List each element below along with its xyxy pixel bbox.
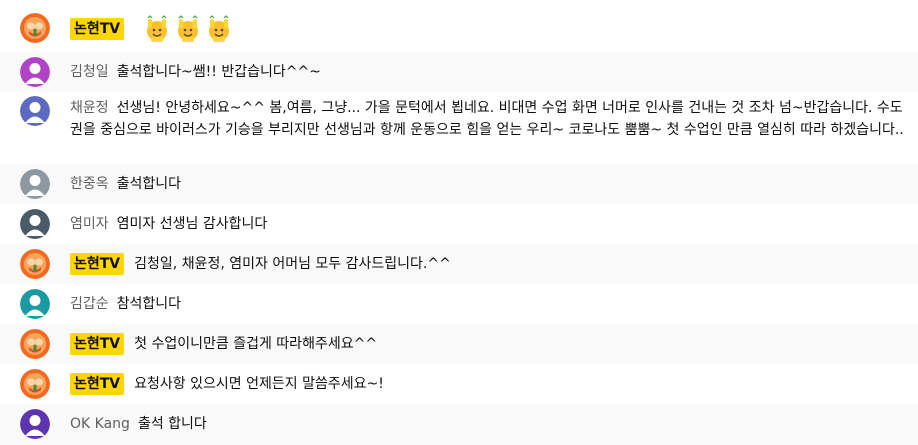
user-avatar-icon[interactable] xyxy=(20,409,50,439)
author-name[interactable]: 한중옥 xyxy=(70,176,109,192)
user-avatar-icon[interactable] xyxy=(20,57,50,87)
channel-avatar-icon[interactable] xyxy=(20,13,50,43)
chat-message: 논현TV 김청일, 채윤정, 염미자 어머님 모두 감사드립니다.^^ xyxy=(0,244,918,284)
message-text: 출석합니다~쌤!! 반갑습니다^^~ xyxy=(116,64,321,80)
chat-message: 김갑순 참석합니다 xyxy=(0,284,918,324)
channel-avatar-icon[interactable] xyxy=(20,249,50,279)
owner-author-badge[interactable]: 논현TV xyxy=(70,373,125,395)
author-name[interactable]: OK Kang xyxy=(70,416,130,432)
message-text: 김청일, 채윤정, 염미자 어머님 모두 감사드립니다.^^ xyxy=(134,256,451,272)
chat-message: 염미자 염미자 선생님 감사합니다 xyxy=(0,204,918,244)
user-avatar-icon[interactable] xyxy=(20,96,50,126)
author-name[interactable]: 김갑순 xyxy=(70,296,109,312)
author-name[interactable]: 염미자 xyxy=(70,216,109,232)
chat-message: 채윤정 선생님! 안녕하세요~^^ 봄,여름, 그냥... 가을 문턱에서 뵙네요… xyxy=(0,92,918,164)
owner-author-badge[interactable]: 논현TV xyxy=(70,18,125,40)
message-text: 출석 합니다 xyxy=(137,416,207,432)
chat-message: 한중옥 출석합니다 xyxy=(0,164,918,204)
chat-message: 김청일 출석합니다~쌤!! 반갑습니다^^~ xyxy=(0,52,918,92)
message-text: 요청사항 있으시면 언제든지 말씀주세요~! xyxy=(134,376,384,392)
owner-author-badge[interactable]: 논현TV xyxy=(70,253,125,275)
hands-raised-face-emoji-icon xyxy=(177,15,198,42)
owner-author-badge[interactable]: 논현TV xyxy=(70,333,125,355)
chat-message: OK Kang 출석 합니다 xyxy=(0,404,918,445)
message-text: 출석합니다 xyxy=(116,176,182,192)
message-text: 염미자 선생님 감사합니다 xyxy=(116,216,268,232)
user-avatar-icon[interactable] xyxy=(20,289,50,319)
user-avatar-icon[interactable] xyxy=(20,169,50,199)
user-avatar-icon[interactable] xyxy=(20,209,50,239)
message-text: 참석합니다 xyxy=(116,296,182,312)
emoji-group xyxy=(143,15,236,43)
live-chat-list: 논현TV 김청일 출석합니다~쌤!! 반갑습니다^^~ 채윤정 선생님! 안녕하세요… xyxy=(0,0,918,445)
chat-message: 논현TV 요청사항 있으시면 언제든지 말씀주세요~! xyxy=(0,364,918,404)
hands-raised-face-emoji-icon xyxy=(208,15,229,42)
author-name[interactable]: 김청일 xyxy=(70,64,109,80)
author-name[interactable]: 채윤정 xyxy=(70,100,109,116)
channel-avatar-icon[interactable] xyxy=(20,329,50,359)
message-text: 첫 수업이니만큼 즐겁게 따라해주세요^^ xyxy=(134,336,378,352)
message-text: 선생님! 안녕하세요~^^ 봄,여름, 그냥... 가을 문턱에서 뵙네요. 비… xyxy=(70,100,904,138)
channel-avatar-icon[interactable] xyxy=(20,369,50,399)
chat-message: 논현TV 첫 수업이니만큼 즐겁게 따라해주세요^^ xyxy=(0,324,918,364)
hands-raised-face-emoji-icon xyxy=(146,15,167,42)
chat-message: 논현TV xyxy=(0,0,918,52)
